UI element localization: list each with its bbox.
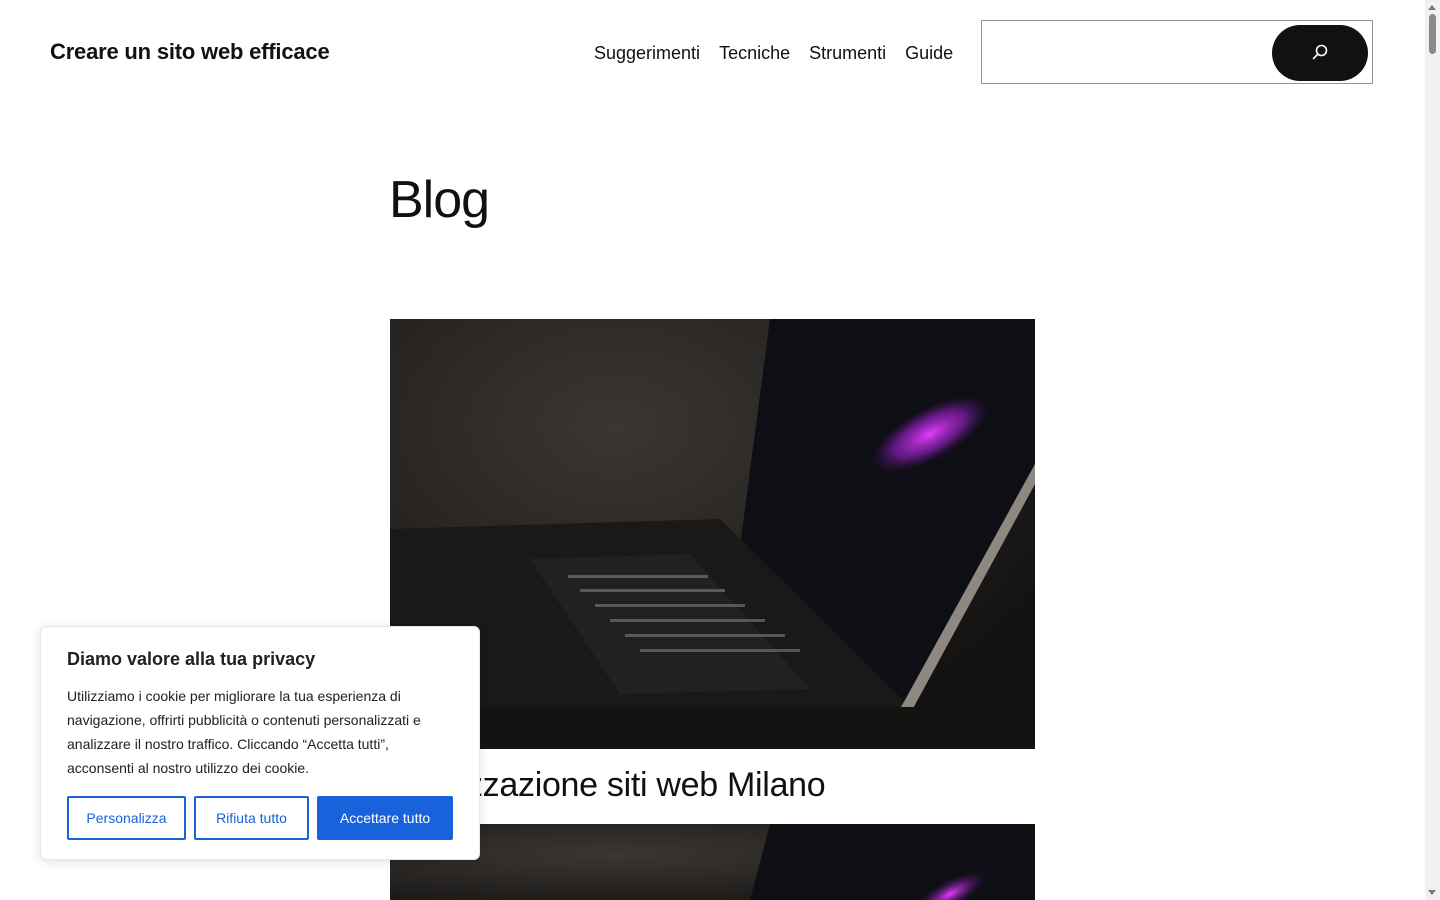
nav-item-suggerimenti[interactable]: Suggerimenti [594, 41, 700, 65]
search-button[interactable] [1272, 25, 1368, 81]
cookie-banner-title: Diamo valore alla tua privacy [67, 649, 316, 669]
site-header: Creare un sito web efficace Suggerimenti… [0, 0, 1425, 106]
main-navigation: Suggerimenti Tecniche Strumenti Guide [594, 41, 972, 65]
post-featured-image[interactable] [390, 824, 1035, 900]
site-title-link[interactable]: Creare un sito web efficace [50, 39, 330, 65]
search-input[interactable] [982, 21, 1272, 83]
cookie-banner-text: Utilizziamo i cookie per migliorare la t… [67, 688, 421, 776]
post-featured-image[interactable] [390, 319, 1035, 749]
scroll-down-arrow-icon[interactable] [1428, 890, 1436, 895]
search-icon [1311, 43, 1329, 64]
nav-item-strumenti[interactable]: Strumenti [809, 41, 886, 65]
customize-button[interactable]: Personalizza [67, 796, 186, 840]
accept-all-button[interactable]: Accettare tutto [317, 796, 453, 840]
nav-item-guide[interactable]: Guide [905, 41, 953, 65]
cookie-consent-banner: Diamo valore alla tua privacy Utilizziam… [40, 626, 480, 860]
cookie-banner-actions: Personalizza Rifiuta tutto Accettare tut… [67, 796, 453, 840]
search-form [981, 20, 1373, 84]
page-title: Blog [389, 171, 490, 229]
nav-item-tecniche[interactable]: Tecniche [719, 41, 790, 65]
scroll-up-arrow-icon[interactable] [1428, 5, 1436, 10]
laptop-photo [390, 824, 1035, 900]
page-scrollbar[interactable] [1425, 0, 1440, 900]
reject-all-button[interactable]: Rifiuta tutto [194, 796, 309, 840]
laptop-photo [390, 319, 1035, 749]
scrollbar-thumb[interactable] [1429, 14, 1436, 54]
